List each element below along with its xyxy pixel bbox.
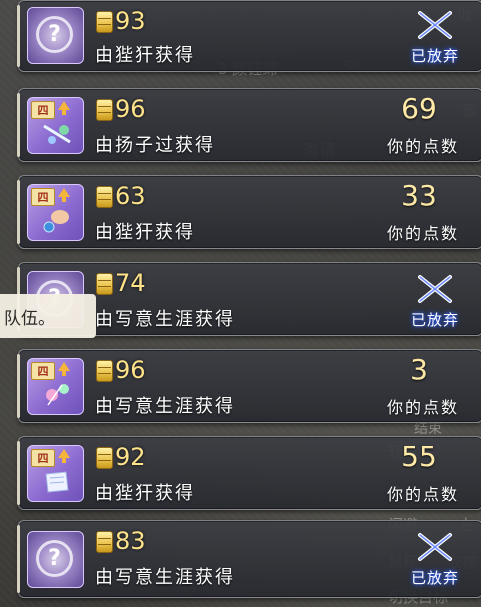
- weapon-art-icon: [43, 124, 71, 144]
- roll-value: 83: [115, 527, 146, 555]
- dice-icon: [96, 531, 113, 553]
- points-label: 你的点数: [386, 398, 459, 417]
- dice-icon: [96, 99, 113, 121]
- abandoned-label: 已放弃: [410, 569, 459, 587]
- dice-icon: [96, 447, 113, 469]
- shell-art-icon: [43, 210, 69, 233]
- loot-roll-card[interactable]: 四 92 由狴犴获得 55 你的点数: [17, 436, 481, 510]
- dice-icon: [96, 273, 113, 295]
- question-mark-icon: ?: [36, 540, 73, 577]
- item-source: 由狴犴获得: [95, 483, 195, 504]
- item-source: 由写意生涯获得: [95, 396, 235, 417]
- crossed-swords-icon: [418, 275, 452, 303]
- roll-value: 92: [115, 443, 146, 471]
- card-accent: [17, 180, 20, 244]
- loot-roll-card[interactable]: ? 83 由写意生涯获得 已放弃: [17, 520, 481, 598]
- item-source: 由写意生涯获得: [95, 309, 235, 330]
- grade-four-badge: 四: [31, 101, 55, 119]
- roll-value: 96: [115, 356, 146, 384]
- grade-four-badge: 四: [31, 449, 55, 467]
- item-source: 由狴犴获得: [95, 45, 195, 66]
- card-accent: [17, 93, 20, 157]
- points-value: 33: [401, 179, 437, 212]
- upgrade-arrow-icon: [58, 362, 70, 376]
- question-mark-icon: ?: [36, 16, 73, 53]
- unknown-item-icon[interactable]: ?: [27, 531, 84, 588]
- points-label: 你的点数: [386, 485, 459, 504]
- scroll-item-icon[interactable]: 四: [27, 445, 84, 502]
- unknown-item-icon[interactable]: ?: [27, 7, 84, 64]
- roll-value: 63: [115, 182, 146, 210]
- loot-roll-card[interactable]: 四 63 由狴犴获得 33 你的点数: [17, 175, 481, 249]
- abandoned-label: 已放弃: [410, 47, 459, 65]
- abandoned-status: 已放弃: [400, 271, 470, 331]
- grade-four-badge: 四: [31, 188, 55, 206]
- roll-value: 96: [115, 95, 146, 123]
- scroll-art-icon: [45, 471, 69, 493]
- chat-bubble: 队伍。: [0, 294, 96, 338]
- card-accent: [17, 525, 20, 593]
- dice-icon: [96, 186, 113, 208]
- card-accent: [17, 5, 20, 67]
- crossed-swords-icon: [418, 533, 452, 561]
- roll-value: 74: [115, 269, 146, 297]
- item-source: 由狴犴获得: [95, 222, 195, 243]
- roll-value: 93: [115, 7, 146, 35]
- upgrade-arrow-icon: [58, 449, 70, 463]
- crossed-swords-icon: [418, 11, 452, 39]
- flower-art-icon: [46, 384, 69, 406]
- card-accent: [17, 441, 20, 505]
- abandoned-status: 已放弃: [400, 7, 470, 67]
- upgrade-arrow-icon: [58, 101, 70, 115]
- points-value: 55: [401, 440, 437, 473]
- shell-item-icon[interactable]: 四: [27, 184, 84, 241]
- dice-icon: [96, 360, 113, 382]
- loot-roll-card[interactable]: 四 96 由写意生涯获得 3 你的点数: [17, 349, 481, 423]
- points-value: 69: [401, 92, 437, 125]
- flower-item-icon[interactable]: 四: [27, 358, 84, 415]
- weapon-item-icon[interactable]: 四: [27, 97, 84, 154]
- loot-roll-card[interactable]: 四 96 由扬子过获得 69 你的点数: [17, 88, 481, 162]
- loot-roll-card[interactable]: ? 93 由狴犴获得 已放弃: [17, 0, 481, 72]
- grade-four-badge: 四: [31, 362, 55, 380]
- card-accent: [17, 354, 20, 418]
- points-value: 3: [410, 353, 428, 386]
- points-label: 你的点数: [386, 137, 459, 156]
- item-source: 由写意生涯获得: [95, 567, 235, 588]
- item-source: 由扬子过获得: [95, 135, 215, 156]
- dice-icon: [96, 11, 113, 33]
- abandoned-status: 已放弃: [400, 529, 470, 589]
- upgrade-arrow-icon: [58, 188, 70, 202]
- points-label: 你的点数: [386, 224, 459, 243]
- abandoned-label: 已放弃: [410, 311, 459, 329]
